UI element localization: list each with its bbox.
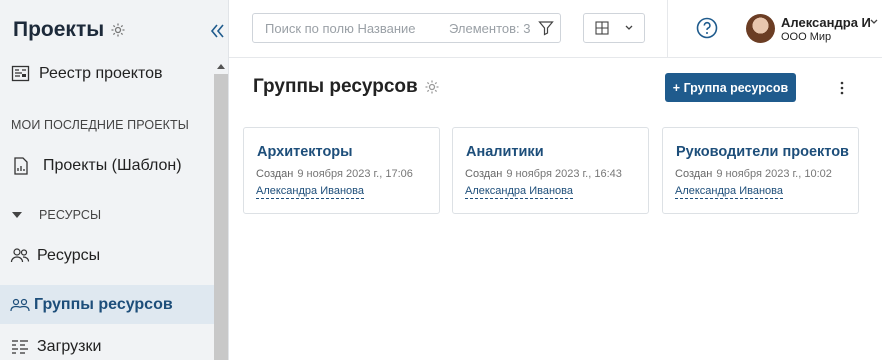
sidebar-item-resources[interactable]: Ресурсы [10, 246, 224, 266]
sidebar-title: Проекты [13, 18, 126, 42]
registry-icon [11, 65, 30, 82]
card-author-link[interactable]: Александра Иванова [256, 185, 364, 199]
created-date: 9 ноября 2023 г., 10:02 [716, 168, 832, 180]
sidebar-item-label: Ресурсы [37, 247, 101, 264]
created-label: Создан [675, 168, 713, 180]
gear-icon[interactable] [110, 22, 126, 38]
filter-icon[interactable] [538, 20, 554, 36]
card-author-link[interactable]: Александра Иванова [465, 185, 573, 199]
sidebar-item-label: Реестр проектов [39, 65, 163, 82]
document-chart-icon [14, 157, 28, 175]
card-title[interactable]: Аналитики [466, 144, 544, 160]
add-resource-group-button[interactable]: + Группа ресурсов [665, 73, 796, 102]
sidebar-item-label: Проекты (Шаблон) [43, 157, 182, 174]
sidebar-item-label: Загрузки [37, 338, 102, 355]
sidebar-item-workload[interactable]: Загрузки [10, 337, 224, 357]
grid-view-icon [595, 21, 609, 35]
created-label: Создан [465, 168, 503, 180]
avatar[interactable] [746, 14, 775, 43]
chevron-down-icon [625, 25, 633, 30]
topbar: Поиск по полю Название Элементов: 3 Алек… [229, 0, 882, 58]
workload-icon [12, 340, 28, 354]
sidebar-item-resource-groups[interactable]: Группы ресурсов [0, 285, 214, 324]
sidebar: Проекты Реестр проектов МОИ ПОСЛЕДНИЕ ПР… [0, 0, 229, 360]
scroll-thumb[interactable] [214, 74, 228, 360]
resource-group-card[interactable]: Архитекторы Создан 9 ноября 2023 г., 17:0… [243, 127, 440, 214]
created-date: 9 ноября 2023 г., 17:06 [297, 168, 413, 180]
card-meta: Создан 9 ноября 2023 г., 17:06 [256, 168, 413, 180]
resource-group-card[interactable]: Аналитики Создан 9 ноября 2023 г., 16:43 … [452, 127, 649, 214]
chevron-down-icon[interactable] [869, 18, 879, 26]
users-icon [10, 248, 30, 263]
search-field[interactable]: Поиск по полю Название Элементов: 3 [252, 13, 561, 43]
resource-group-card[interactable]: Руководители проектов Создан 9 ноября 202… [662, 127, 859, 214]
users-group-icon [10, 298, 30, 311]
user-org: ООО Мир [781, 31, 832, 43]
sidebar-item-label: Группы ресурсов [34, 295, 173, 313]
view-mode-button[interactable] [583, 13, 645, 43]
section-resources-label: РЕСУРСЫ [39, 208, 102, 222]
sidebar-item-template-projects[interactable]: Проекты (Шаблон) [11, 156, 225, 176]
card-meta: Создан 9 ноября 2023 г., 16:43 [465, 168, 622, 180]
search-placeholder: Поиск по полю Название [265, 20, 416, 36]
gear-icon[interactable] [424, 79, 440, 95]
sidebar-scrollbar[interactable] [214, 62, 228, 360]
created-label: Создан [256, 168, 294, 180]
created-date: 9 ноября 2023 г., 16:43 [506, 168, 622, 180]
topbar-divider [667, 0, 668, 58]
page-title-text: Группы ресурсов [253, 76, 418, 97]
collapse-sidebar-icon[interactable] [207, 20, 229, 42]
section-resources-toggle[interactable]: РЕСУРСЫ [11, 208, 101, 222]
items-count: Элементов: 3 [449, 20, 531, 36]
sidebar-item-registry[interactable]: Реестр проектов [11, 64, 225, 84]
sidebar-title-text: Проекты [13, 18, 105, 41]
card-meta: Создан 9 ноября 2023 г., 10:02 [675, 168, 832, 180]
help-icon[interactable] [696, 17, 718, 39]
card-title[interactable]: Архитекторы [257, 144, 353, 160]
caret-down-icon [12, 212, 22, 218]
page-title: Группы ресурсов [253, 76, 440, 98]
scroll-up-icon[interactable] [217, 64, 225, 69]
card-title[interactable]: Руководители проектов [676, 144, 849, 160]
more-options-icon[interactable] [836, 80, 848, 96]
card-author-link[interactable]: Александра Иванова [675, 185, 783, 199]
section-recent-projects: МОИ ПОСЛЕДНИЕ ПРОЕКТЫ [11, 118, 189, 132]
user-name[interactable]: Александра И [781, 15, 871, 30]
